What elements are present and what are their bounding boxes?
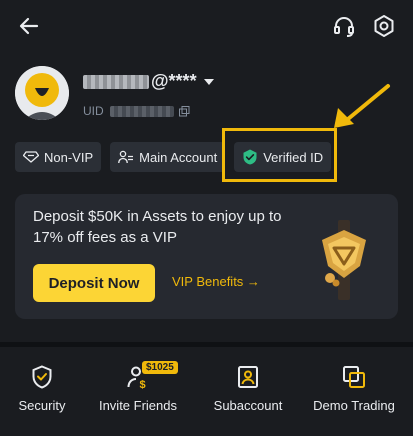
nav-demo-trading[interactable]: Demo Trading <box>312 365 396 413</box>
username[interactable]: @**** <box>83 71 215 92</box>
invite-reward-badge: $1025 <box>142 361 178 374</box>
nav-subaccount[interactable]: Subaccount <box>213 365 283 413</box>
nav-label: Subaccount <box>213 398 283 413</box>
chevron-down-icon[interactable] <box>203 77 215 87</box>
headset-icon[interactable] <box>330 12 358 40</box>
diamond-icon <box>23 151 39 163</box>
gear-icon[interactable] <box>370 12 398 40</box>
deposit-now-button[interactable]: Deposit Now <box>33 264 155 302</box>
nav-security[interactable]: Security <box>18 365 66 413</box>
vip-trophy-icon <box>322 220 366 300</box>
vip-promo-card: Deposit $50K in Assets to enjoy up to 17… <box>15 194 398 319</box>
badge-label: Non-VIP <box>44 149 94 165</box>
masked-username-block <box>83 74 149 89</box>
vip-benefits-link[interactable]: VIP Benefits → <box>172 274 260 289</box>
subaccount-icon <box>238 366 258 388</box>
nav-label: Demo Trading <box>313 398 395 413</box>
masked-uid-block <box>109 105 174 117</box>
username-suffix: @**** <box>151 71 197 91</box>
bottom-shortcuts: Security $ Invite Friends $1025 Subaccou… <box>0 347 413 436</box>
shield-icon <box>32 365 52 389</box>
annotation-arrow-icon <box>334 84 390 128</box>
uid-label: UID <box>83 104 104 118</box>
badge-main-account[interactable]: Main Account <box>110 142 226 172</box>
uid-row: UID <box>83 104 190 118</box>
nav-label: Security <box>18 398 66 413</box>
badge-label: Main Account <box>139 149 218 165</box>
highlight-box <box>222 128 337 182</box>
nav-label: Invite Friends <box>98 398 178 413</box>
demo-trading-icon <box>343 366 365 388</box>
back-arrow-icon[interactable] <box>16 13 42 39</box>
badge-non-vip[interactable]: Non-VIP <box>15 142 102 172</box>
header-bar <box>0 0 413 56</box>
users-icon <box>118 150 134 164</box>
svg-text:$: $ <box>140 379 146 389</box>
copy-icon[interactable] <box>178 105 190 117</box>
avatar[interactable] <box>15 66 69 120</box>
promo-text: Deposit $50K in Assets to enjoy up to 17… <box>33 208 282 246</box>
